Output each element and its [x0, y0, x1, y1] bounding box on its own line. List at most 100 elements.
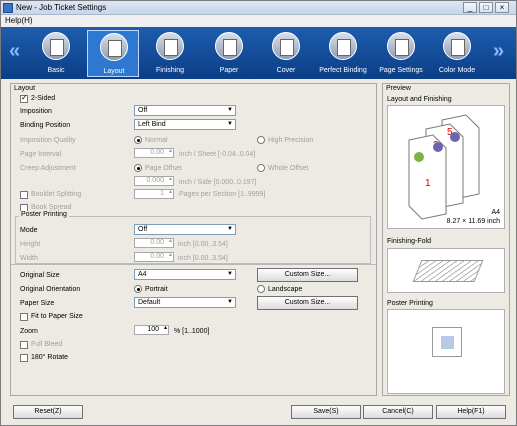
booklet-splitting-checkbox[interactable] — [20, 191, 28, 199]
layout-group-title: Layout — [14, 85, 36, 92]
poster-preview-area — [387, 309, 505, 394]
tab-label: Paper — [219, 67, 239, 74]
original-size-select[interactable]: A4 — [134, 269, 236, 280]
poster-width-spinner[interactable]: 0.00 — [134, 251, 174, 262]
whole-offset-radio[interactable] — [257, 164, 265, 172]
settings-panel: Layout 2-Sided Imposition Off Binding Po… — [10, 83, 377, 396]
full-bleed-checkbox[interactable] — [20, 341, 28, 349]
page-offset-radio[interactable] — [134, 164, 142, 172]
poster-group-title: Poster Printing — [19, 211, 69, 218]
tab-label: Basic — [47, 67, 65, 74]
page-settings-icon — [387, 32, 415, 60]
high-precision-radio[interactable] — [257, 136, 265, 144]
booklet-preview-image: 5 3 1 — [408, 114, 480, 220]
binding-position-select[interactable]: Left Bind — [134, 119, 236, 130]
poster-page-preview — [432, 327, 462, 357]
two-sided-checkbox[interactable] — [20, 93, 28, 103]
zoom-spinner[interactable]: 100 — [134, 324, 169, 335]
portrait-radio[interactable] — [134, 285, 142, 293]
cancel-button[interactable]: Cancel(C) — [363, 405, 433, 419]
poster-area-icon — [441, 336, 454, 349]
tab-color-mode[interactable]: Color Mode — [431, 30, 483, 77]
section-divider — [11, 264, 376, 265]
landscape-label: Landscape — [268, 286, 303, 293]
tab-finishing[interactable]: Finishing — [144, 30, 196, 77]
tab-label: Color Mode — [438, 67, 476, 74]
page-interval-range: inch / Sheet [-0.04..0.04] — [179, 151, 256, 158]
full-bleed-label: Full Bleed — [31, 341, 63, 348]
normal-radio[interactable] — [134, 136, 142, 144]
poster-height-spinner[interactable]: 0.00 — [134, 237, 174, 248]
imposition-label: Imposition — [20, 108, 52, 115]
creep-range: inch / Side [0.000..0.197] — [179, 179, 257, 186]
tab-label: Finishing — [155, 67, 184, 74]
basic-icon — [42, 32, 70, 60]
paper-custom-size-button[interactable]: Custom Size... — [257, 296, 358, 310]
tab-layout[interactable]: Layout — [87, 30, 139, 77]
creep-adjustment-label: Creep Adjustment — [20, 165, 76, 172]
zoom-range: % [1..1000] — [174, 328, 210, 335]
poster-height-label: Height — [20, 241, 41, 248]
settings-toolbar: « Basic Layout Finishing Paper Cover Per… — [1, 27, 516, 79]
tab-cover[interactable]: Cover — [260, 30, 312, 77]
poster-height-range: inch [0.00..3.54] — [178, 241, 228, 248]
window-title: New - Job Ticket Settings — [16, 3, 107, 12]
cover-icon — [272, 32, 300, 60]
poster-mode-select[interactable]: Off — [134, 224, 236, 235]
original-orientation-label: Original Orientation — [20, 286, 81, 293]
portrait-label: Portrait — [145, 286, 168, 293]
book-spread-label: Book Spread — [31, 204, 72, 211]
layout-preview-area: 5 3 1 A4 8.27 × 11.69 inch — [387, 105, 505, 229]
imposition-select[interactable]: Off — [134, 105, 236, 116]
booklet-range: Pages per Section [1..9999] — [179, 191, 266, 198]
custom-size-button[interactable]: Custom Size... — [257, 268, 358, 282]
paper-dimensions: 8.27 × 11.69 inch — [446, 218, 500, 225]
tab-label: Perfect Binding — [319, 67, 367, 74]
reset-button[interactable]: Reset(Z) — [13, 405, 83, 419]
svg-text:1: 1 — [425, 178, 431, 189]
poster-width-label: Width — [20, 255, 38, 262]
help-button[interactable]: Help(F1) — [436, 405, 506, 419]
tab-perfect-binding[interactable]: Perfect Binding — [317, 30, 369, 77]
color-mode-icon — [443, 32, 471, 60]
poster-mode-label: Mode — [20, 227, 38, 234]
paper-name: A4 — [491, 209, 500, 216]
minimize-button[interactable]: _ — [463, 2, 477, 13]
preview-title: Preview — [386, 85, 411, 92]
finishing-fold-title: Finishing-Fold — [387, 238, 431, 245]
tab-label: Layout — [103, 68, 125, 75]
tab-paper[interactable]: Paper — [203, 30, 255, 77]
poster-printing-group: Poster Printing Mode Off Height 0.00 inc… — [15, 211, 371, 264]
creep-spinner[interactable]: 0.000 — [134, 175, 174, 186]
fit-to-paper-size-label: Fit to Paper Size — [31, 313, 83, 320]
paper-size-select[interactable]: Default — [134, 297, 236, 308]
original-size-label: Original Size — [20, 272, 60, 279]
layout-finishing-title: Layout and Finishing — [387, 96, 452, 103]
landscape-radio[interactable] — [257, 285, 265, 293]
normal-label: Normal — [145, 137, 168, 144]
save-button[interactable]: Save(S) — [291, 405, 361, 419]
help-menu[interactable]: Help(H) — [5, 16, 33, 25]
layout-icon — [100, 33, 128, 61]
menu-bar: Help(H) — [1, 15, 516, 27]
tab-page-settings[interactable]: Page Settings — [375, 30, 427, 77]
maximize-button[interactable]: □ — [479, 2, 493, 13]
booklet-spinner[interactable]: 1 — [134, 188, 174, 199]
booklet-splitting-label: Booklet Splitting — [31, 191, 82, 198]
page-interval-spinner[interactable]: 0.00 — [134, 147, 174, 158]
perfect-binding-icon — [329, 32, 357, 60]
title-bar: New - Job Ticket Settings _ □ × — [1, 1, 516, 15]
tab-basic[interactable]: Basic — [30, 30, 82, 77]
close-button[interactable]: × — [495, 2, 509, 13]
finishing-icon — [156, 32, 184, 60]
zoom-label: Zoom — [20, 328, 38, 335]
rotate-checkbox[interactable] — [20, 354, 28, 362]
poster-width-range: inch [0.00..3.54] — [178, 255, 228, 262]
fit-to-paper-size-checkbox[interactable] — [20, 313, 28, 321]
scroll-left-icon[interactable]: « — [9, 40, 20, 63]
page-offset-label: Page Offset — [145, 165, 182, 172]
finishing-fold-preview — [387, 248, 505, 293]
scroll-right-icon[interactable]: » — [493, 40, 504, 63]
application-icon — [3, 3, 13, 13]
whole-offset-label: Whole Offset — [268, 165, 309, 172]
